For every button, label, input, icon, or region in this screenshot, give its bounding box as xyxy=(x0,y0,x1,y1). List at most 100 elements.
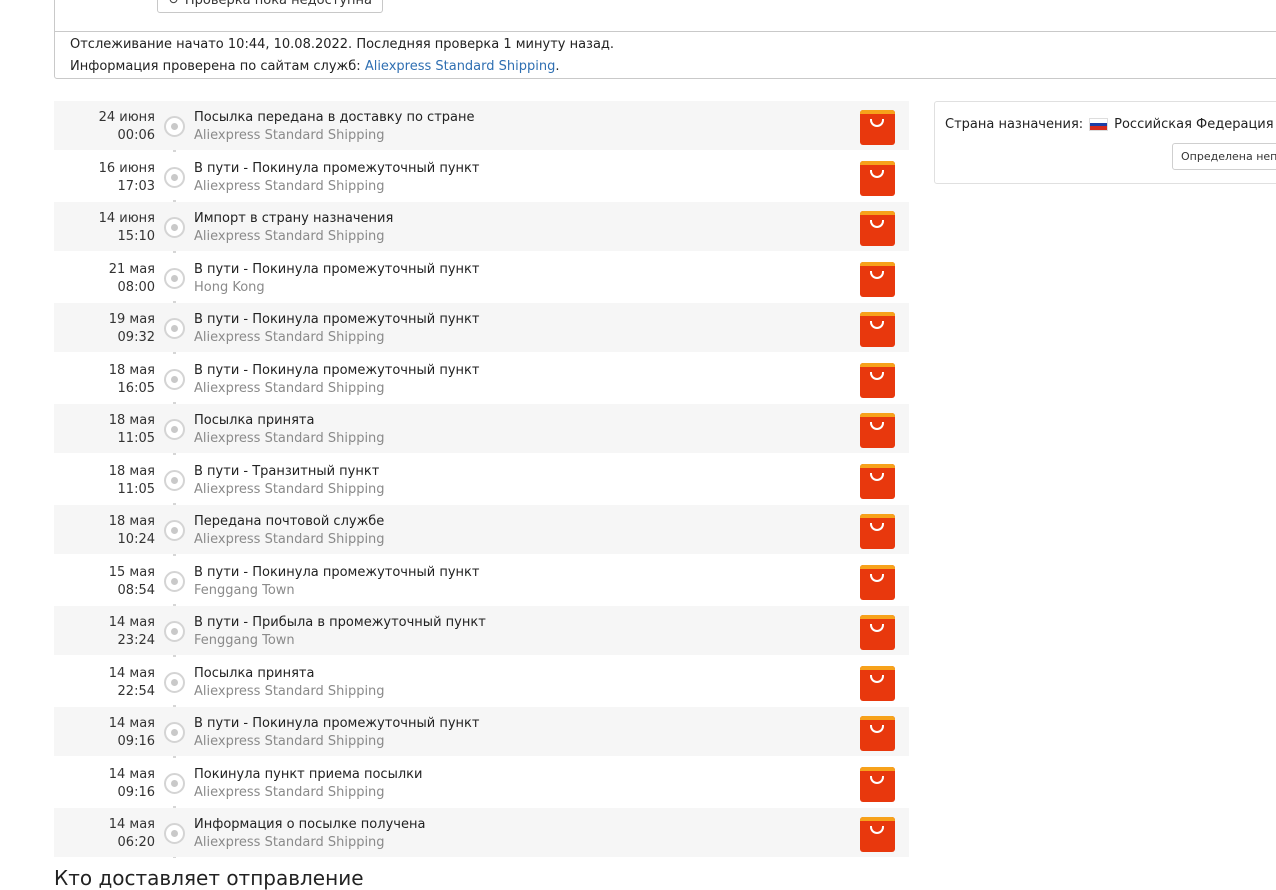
event-title: В пути - Покинула промежуточный пункт xyxy=(194,261,480,277)
timeline-dot-icon xyxy=(164,469,185,491)
event-datetime: 16 июня 17:03 xyxy=(99,160,155,196)
carrier-link[interactable]: Aliexpress Standard Shipping xyxy=(365,59,556,74)
timeline-event: 14 мая 06:20 Информация о посылке получена… xyxy=(54,808,909,857)
event-location: Aliexpress Standard Shipping xyxy=(194,229,385,244)
event-datetime: 14 мая 23:24 xyxy=(109,614,155,650)
timeline-event: 18 мая 11:05 В пути - Транзитный пункт Alie… xyxy=(54,454,909,503)
event-date: 15 мая xyxy=(108,564,155,580)
event-datetime: 21 мая 08:00 xyxy=(109,261,155,297)
event-location: Fenggang Town xyxy=(194,582,295,598)
timeline-event: 16 июня 17:03 В пути - Покинула промежуточ… xyxy=(54,151,909,200)
check-button[interactable]: ↻ Проверка пока недоступна xyxy=(157,0,383,13)
timeline-event: 14 мая 22:54 Посылка принята Aliexpress Sta… xyxy=(54,656,909,705)
timeline-dot-icon xyxy=(164,318,185,339)
event-datetime: 18 мая 11:05 xyxy=(109,463,155,499)
event-datetime: 14 мая 09:16 xyxy=(109,715,155,751)
aliexpress-logo-icon[interactable] xyxy=(860,110,895,145)
tracking-timeline: 24 июня 00:06 Посылка передана в доставку … xyxy=(54,101,909,859)
sources-suffix: . xyxy=(555,59,560,74)
aliexpress-logo-icon[interactable] xyxy=(860,312,895,347)
event-datetime: 15 мая 08:54 xyxy=(109,564,155,600)
event-datetime: 18 мая 16:05 xyxy=(109,362,155,398)
event-title: Посылка передана в доставку по стране xyxy=(194,110,475,125)
timeline-event: 18 мая 16:05 В пути - Покинула промежуточн… xyxy=(54,353,909,402)
aliexpress-logo-icon[interactable] xyxy=(860,766,895,802)
tracking-info-box: ↻ Проверка пока недоступна Отслеживание … xyxy=(54,0,1276,79)
aliexpress-logo-icon[interactable] xyxy=(860,413,895,448)
event-location: Aliexpress Standard Shipping xyxy=(194,734,385,749)
aliexpress-logo-icon[interactable] xyxy=(860,514,895,549)
timeline-event: 19 мая 09:32 В пути - Покинула промежуточн… xyxy=(54,303,909,352)
event-date: 14 мая xyxy=(108,766,155,782)
timeline-dot-icon xyxy=(164,823,185,844)
timeline-dot-icon xyxy=(164,671,185,693)
timeline-dot-icon xyxy=(164,217,185,238)
timeline-dot-icon xyxy=(164,419,185,440)
event-date: 18 мая xyxy=(108,362,155,378)
aliexpress-logo-icon[interactable] xyxy=(860,362,895,398)
event-title: Посылка принята xyxy=(194,413,315,428)
timeline-dot-icon xyxy=(164,772,185,794)
check-button-label: Проверка пока недоступна xyxy=(184,0,372,8)
event-title: Информация о посылке получена xyxy=(194,817,426,832)
event-location: Fenggang Town xyxy=(194,633,295,648)
event-time: 11:05 xyxy=(117,431,155,446)
event-time: 16:05 xyxy=(117,380,155,396)
event-location: Aliexpress Standard Shipping xyxy=(194,431,385,446)
event-time: 06:20 xyxy=(117,835,155,850)
event-location: Aliexpress Standard Shipping xyxy=(194,835,385,850)
destination-label: Страна назначения: xyxy=(945,117,1084,132)
aliexpress-logo-icon[interactable] xyxy=(860,463,895,499)
event-datetime: 14 мая 09:16 xyxy=(109,766,155,802)
event-title: В пути - Прибыла в промежуточный пункт xyxy=(194,615,486,630)
event-date: 14 мая xyxy=(108,665,155,681)
russia-flag-icon xyxy=(1089,118,1109,131)
aliexpress-logo-icon[interactable] xyxy=(860,211,895,246)
event-date: 18 мая xyxy=(108,514,155,529)
event-title: В пути - Покинула промежуточный пункт xyxy=(194,564,480,580)
event-title: В пути - Транзитный пункт xyxy=(194,463,380,479)
event-date: 19 мая xyxy=(108,312,155,327)
event-date: 14 июня xyxy=(98,211,155,226)
destination-detect-button[interactable]: Определена непр xyxy=(1172,143,1276,170)
aliexpress-logo-icon[interactable] xyxy=(860,716,895,751)
aliexpress-logo-icon[interactable] xyxy=(860,665,895,701)
timeline-event: 18 мая 10:24 Передана почтовой службе Aliex… xyxy=(54,505,909,554)
event-datetime: 24 июня 00:06 xyxy=(99,109,155,145)
timeline-event: 24 июня 00:06 Посылка передана в доставку … xyxy=(54,101,909,150)
event-title: Импорт в страну назначения xyxy=(194,211,394,226)
event-title: В пути - Покинула промежуточный пункт xyxy=(194,160,480,176)
event-time: 22:54 xyxy=(117,683,155,699)
aliexpress-logo-icon[interactable] xyxy=(860,564,895,600)
tracking-started-text: Отслеживание начато 10:44, 10.08.2022. П… xyxy=(70,37,615,52)
event-date: 24 июня xyxy=(98,110,155,125)
aliexpress-logo-icon[interactable] xyxy=(860,817,895,852)
timeline-event: 14 мая 09:16 Покинула пункт приема посылки… xyxy=(54,757,909,806)
event-datetime: 14 мая 06:20 xyxy=(109,816,155,852)
event-location: Aliexpress Standard Shipping xyxy=(194,128,385,143)
event-title: В пути - Покинула промежуточный пункт xyxy=(194,312,480,327)
event-date: 18 мая xyxy=(108,413,155,428)
sources-prefix: Информация проверена по сайтам служб: xyxy=(70,59,365,74)
event-title: В пути - Покинула промежуточный пункт xyxy=(194,716,480,731)
timeline-event: 18 мая 11:05 Посылка принята Aliexpress Sta… xyxy=(54,404,909,453)
event-location: Hong Kong xyxy=(194,279,265,295)
event-time: 15:10 xyxy=(117,229,155,244)
tracking-sources-text: Информация проверена по сайтам служб: Al… xyxy=(70,59,560,74)
event-time: 09:16 xyxy=(117,784,155,800)
aliexpress-logo-icon[interactable] xyxy=(860,160,895,196)
event-time: 17:03 xyxy=(117,178,155,194)
event-location: Aliexpress Standard Shipping xyxy=(194,178,385,194)
aliexpress-logo-icon[interactable] xyxy=(860,615,895,650)
event-location: Aliexpress Standard Shipping xyxy=(194,784,385,800)
event-location: Aliexpress Standard Shipping xyxy=(194,380,385,396)
aliexpress-logo-icon[interactable] xyxy=(860,261,895,297)
event-list: 24 июня 00:06 Посылка передана в доставку … xyxy=(54,101,909,857)
event-time: 00:06 xyxy=(117,128,155,143)
timeline-dot-icon xyxy=(164,166,185,188)
event-title: Посылка принята xyxy=(194,665,315,681)
event-time: 08:00 xyxy=(117,279,155,295)
divider xyxy=(55,31,1276,32)
event-time: 09:32 xyxy=(117,330,155,345)
destination-line: Страна назначения: Российская Федерация xyxy=(945,117,1274,132)
